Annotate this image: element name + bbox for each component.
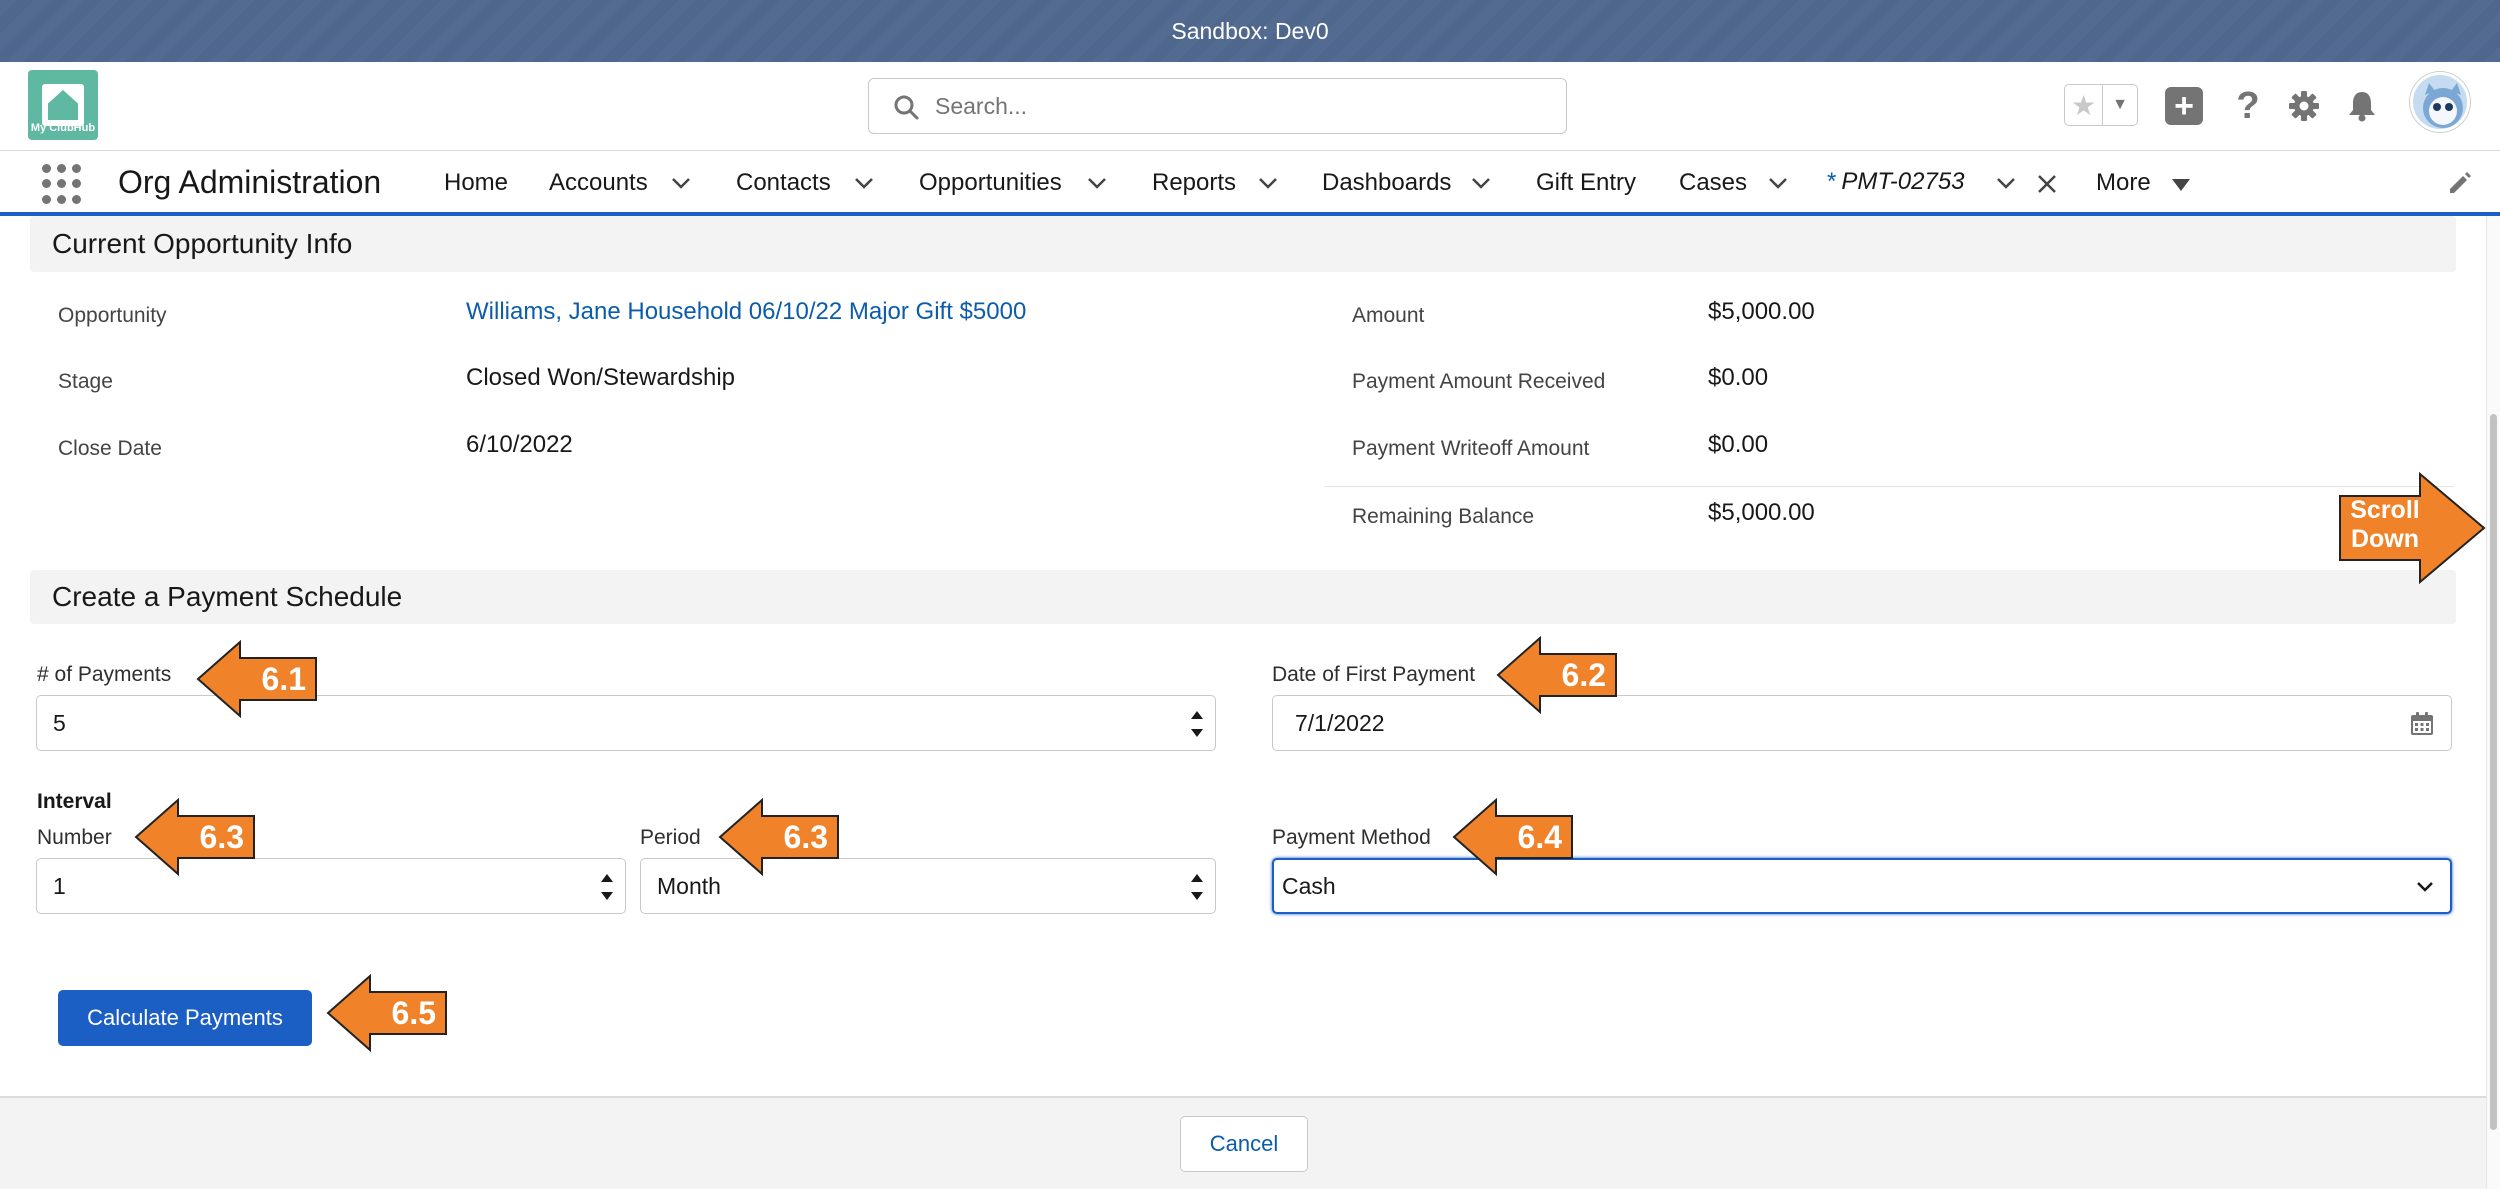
unsaved-marker: * [1826,167,1836,195]
star-icon[interactable]: ★ [2065,85,2103,125]
annotation-label: 6.5 [391,994,436,1031]
annotation-arrow-6-5: 6.5 [326,974,448,1052]
global-header: My ClubHub ★ ▼ + ? [0,62,2500,151]
close-date-label: Close Date [58,437,162,460]
chevron-down-icon[interactable] [2416,880,2434,894]
annotation-arrow-6-3-period: 6.3 [718,798,840,876]
global-search[interactable] [868,78,1567,134]
app-name: Org Administration [118,164,382,200]
app-logo[interactable]: My ClubHub [28,70,98,140]
annotation-label: 6.3 [783,818,828,855]
close-date-value: 6/10/2022 [466,431,573,458]
nav-item-more[interactable]: More [2096,169,2151,197]
first-payment-date-label: Date of First Payment [1272,663,1476,686]
payment-method-label: Payment Method [1272,826,1431,849]
writeoff-value: $0.00 [1708,431,1769,458]
pencil-icon[interactable] [2446,169,2474,197]
writeoff-label: Payment Writeoff Amount [1352,437,1590,460]
nav-item-opportunities[interactable]: Opportunities [919,169,1062,197]
stage-value: Closed Won/Stewardship [466,364,736,391]
nav-item-gift-entry[interactable]: Gift Entry [1536,169,1636,197]
annotation-label: 6.2 [1561,656,1606,693]
annotation-arrow-6-3-number: 6.3 [134,798,256,876]
stepper-icon[interactable] [1191,711,1203,737]
chevron-down-icon[interactable] [1767,175,1789,191]
help-icon[interactable]: ? [2226,84,2270,128]
caret-down-icon[interactable] [2172,179,2190,191]
search-input[interactable] [935,92,1566,120]
tab-label: PMT-02753 [1841,167,1965,195]
stage-label: Stage [58,370,113,393]
annotation-label: 6.3 [199,818,244,855]
stepper-icon[interactable] [601,874,613,900]
chevron-down-icon[interactable] [1086,175,1108,191]
house-icon [42,84,84,126]
caret-down-icon[interactable]: ▼ [2103,85,2137,125]
section-create-payment-schedule: Create a Payment Schedule [30,570,2456,624]
interval-number-input[interactable]: 1 [36,858,626,914]
plus-icon: + [2165,87,2203,125]
annotation-arrow-6-1: 6.1 [196,640,318,718]
payment-method-select[interactable]: Cash [1272,858,2452,914]
app-launcher-icon[interactable] [42,164,82,204]
close-icon[interactable] [2036,173,2058,195]
amount-value: $5,000.00 [1708,298,1815,325]
annotation-arrow-6-4: 6.4 [1452,798,1574,876]
interval-heading: Interval [37,790,112,813]
sandbox-banner: Sandbox: Dev0 [0,0,2500,62]
annotation-label: 6.1 [261,660,306,697]
chevron-down-icon[interactable] [853,175,875,191]
chevron-down-icon[interactable] [1257,175,1279,191]
tab-pmt-record[interactable]: * PMT-02753 [1826,151,1965,212]
interval-number-label: Number [37,826,112,849]
calculate-payments-button[interactable]: Calculate Payments [58,990,312,1046]
period-value: Month [657,872,721,899]
logo-text: My ClubHub [30,122,96,134]
num-payments-value: 5 [53,709,66,736]
nav-item-dashboards[interactable]: Dashboards [1322,169,1451,197]
app-nav-bar: Org Administration Home Accounts Contact… [0,151,2500,216]
first-payment-date-input[interactable]: 7/1/2022 [1272,695,2452,751]
nav-item-contacts[interactable]: Contacts [736,169,831,197]
opportunity-label: Opportunity [58,304,167,327]
opportunity-link[interactable]: Williams, Jane Household 06/10/22 Major … [466,298,1026,326]
section-current-opportunity-info: Current Opportunity Info [30,216,2456,272]
global-actions-button[interactable]: + [2162,84,2206,128]
chevron-down-icon[interactable] [1470,175,1492,191]
payment-method-value: Cash [1282,872,1336,899]
nav-item-cases[interactable]: Cases [1679,169,1747,197]
gear-icon[interactable] [2282,84,2326,128]
avatar[interactable] [2410,72,2470,132]
nav-item-accounts[interactable]: Accounts [549,169,648,197]
num-payments-label: # of Payments [37,663,172,686]
first-payment-date-value: 7/1/2022 [1295,709,1385,736]
annotation-label: Scroll Down [2350,496,2420,553]
period-label: Period [640,826,701,849]
divider [1324,486,2454,487]
stepper-icon[interactable] [1191,874,1203,900]
annotation-arrow-6-2: 6.2 [1496,636,1618,714]
favorites-button[interactable]: ★ ▼ [2064,84,2138,126]
payment-received-label: Payment Amount Received [1352,370,1606,393]
cancel-button[interactable]: Cancel [1180,1116,1308,1172]
payment-received-value: $0.00 [1708,364,1769,391]
chevron-down-icon[interactable] [670,175,692,191]
bell-icon[interactable] [2340,84,2384,128]
search-icon [894,95,919,120]
chevron-down-icon[interactable] [1995,175,2017,191]
scrollbar-thumb[interactable] [2490,414,2497,1130]
annotation-scroll-down-arrow: Scroll Down [2338,471,2486,585]
remaining-balance-value: $5,000.00 [1708,499,1815,526]
nav-item-home[interactable]: Home [444,169,508,197]
annotation-label: 6.4 [1517,818,1562,855]
amount-label: Amount [1352,304,1425,327]
calendar-icon[interactable] [2409,711,2435,737]
remaining-balance-label: Remaining Balance [1352,505,1535,528]
nav-item-reports[interactable]: Reports [1152,169,1236,197]
interval-number-value: 1 [53,872,66,899]
